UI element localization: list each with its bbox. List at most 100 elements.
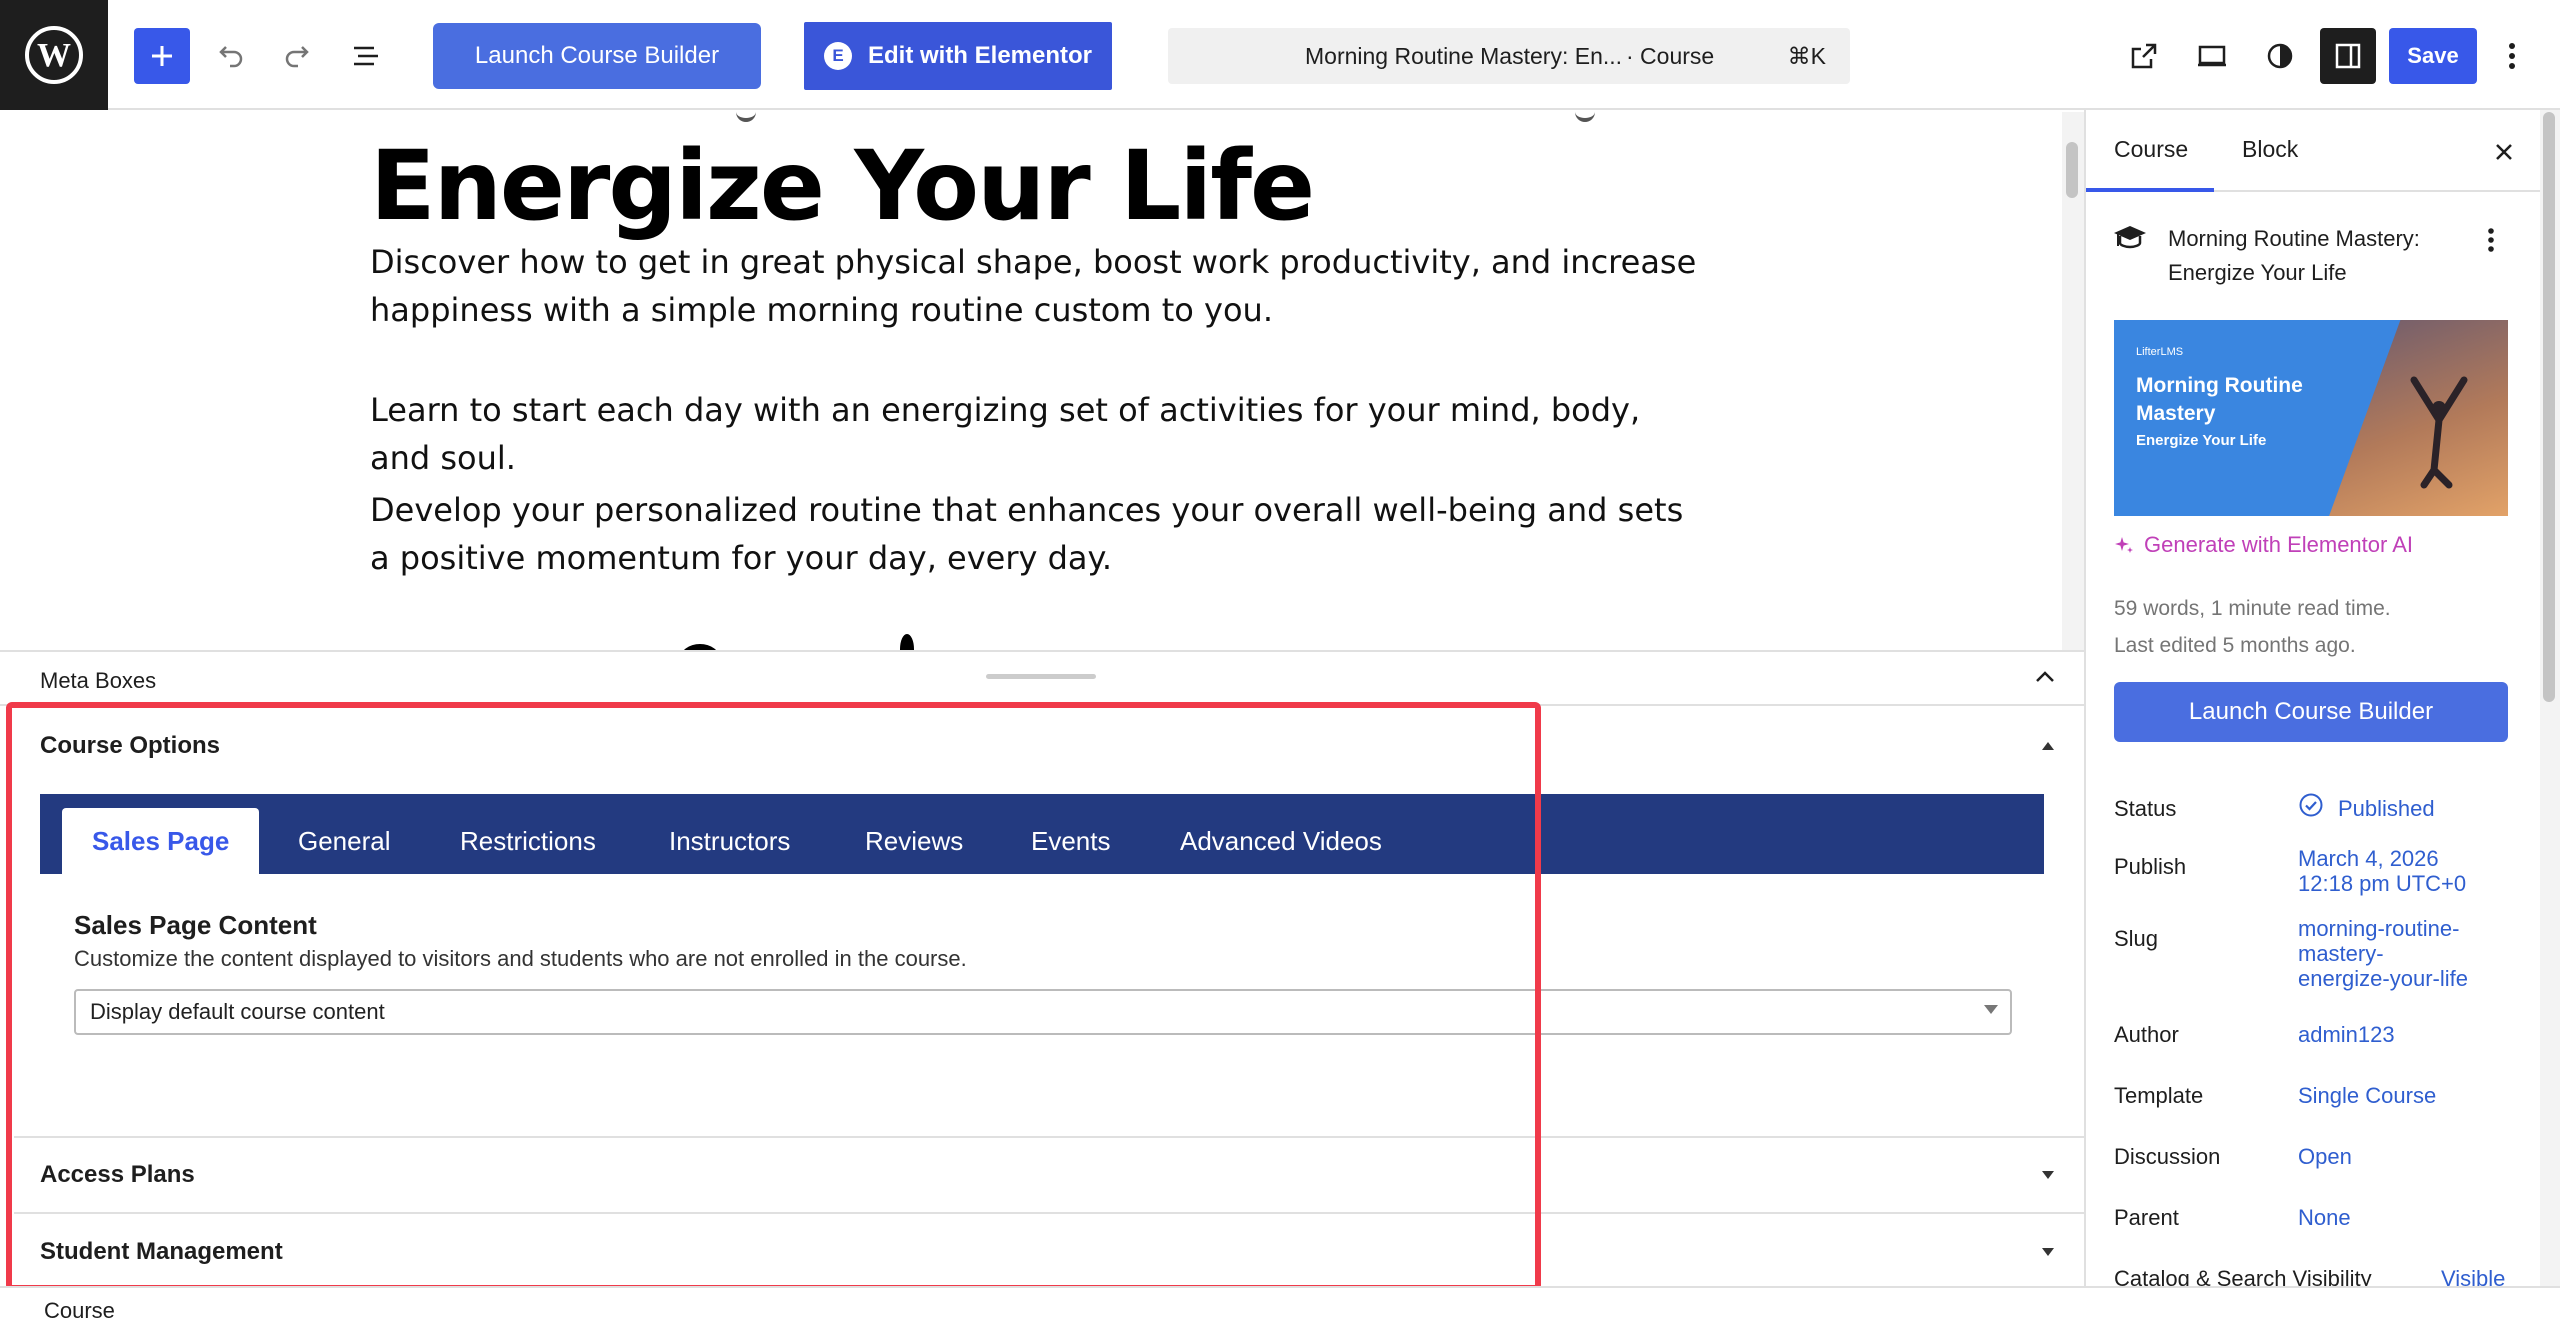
tab-events[interactable]: Events <box>1031 808 1111 874</box>
graduation-cap-icon <box>2114 226 2146 249</box>
author-value[interactable]: admin123 <box>2298 1022 2395 1047</box>
divider <box>14 1212 2084 1214</box>
elementor-icon: E <box>823 42 852 70</box>
discussion-value[interactable]: Open <box>2298 1144 2352 1169</box>
sidebar-scrollbar-thumb[interactable] <box>2543 112 2555 702</box>
active-tab-indicator <box>2086 188 2214 192</box>
meta-boxes-collapse-button[interactable] <box>2030 662 2060 692</box>
canvas-scrollbar-thumb[interactable] <box>2066 142 2078 198</box>
generate-with-elementor-ai-link[interactable]: Generate with Elementor AI <box>2114 532 2413 558</box>
options-menu-button[interactable] <box>2492 28 2532 84</box>
cut-off-text-fragment <box>736 112 756 122</box>
slug-value[interactable]: morning-routine- mastery- energize-your-… <box>2298 916 2468 991</box>
featured-image-title: Morning Routine Mastery <box>2136 374 2303 425</box>
sales-page-content-description: Customize the content displayed to visit… <box>74 946 967 971</box>
tab-advanced-videos[interactable]: Advanced Videos <box>1180 808 1382 874</box>
command-bar-post-type: · Course <box>1626 42 1715 69</box>
cut-off-heading-fragment <box>650 632 950 650</box>
tab-course[interactable]: Course <box>2114 136 2188 163</box>
published-check-icon <box>2299 793 2323 817</box>
desktop-icon <box>2198 45 2226 67</box>
block-breadcrumb[interactable]: Course <box>44 1298 115 1324</box>
styles-button[interactable] <box>2252 28 2308 84</box>
publish-time: 12:18 pm UTC+0 <box>2298 871 2467 896</box>
last-edited: Last edited 5 months ago. <box>2114 634 2356 657</box>
paragraph-block[interactable]: Develop your personalized routine that e… <box>370 486 1710 582</box>
redo-button[interactable] <box>270 28 326 84</box>
tab-reviews[interactable]: Reviews <box>865 808 963 874</box>
redo-icon <box>285 46 309 68</box>
template-label: Template <box>2114 1083 2204 1108</box>
view-post-button[interactable] <box>2116 28 2172 84</box>
tab-block[interactable]: Block <box>2242 136 2298 163</box>
close-sidebar-button[interactable] <box>2486 134 2522 170</box>
command-bar-shortcut: ⌘K <box>1787 42 1826 69</box>
course-options-title[interactable]: Course Options <box>40 732 220 760</box>
student-management-toggle[interactable] <box>2036 1240 2060 1264</box>
publish-date-value[interactable]: March 4, 2026 12:18 pm UTC+0 <box>2298 846 2466 896</box>
sales-page-content-select[interactable]: Display default course content <box>74 989 2012 1035</box>
access-plans-title[interactable]: Access Plans <box>40 1161 195 1189</box>
slug-line: mastery- <box>2298 941 2384 966</box>
featured-image[interactable]: LifterLMS Morning Routine Mastery Energi… <box>2114 320 2508 516</box>
editor-toolbar: W Launch Course Builder E Edit with Elem… <box>0 0 2560 110</box>
course-options-toggle[interactable] <box>2036 734 2060 758</box>
publish-label: Publish <box>2114 854 2187 879</box>
course-actions-button[interactable] <box>2476 222 2506 258</box>
document-overview-button[interactable] <box>338 28 394 84</box>
wordpress-logo-icon[interactable]: W <box>0 0 108 110</box>
paragraph-block[interactable]: Learn to start each day with an energizi… <box>370 386 1710 482</box>
student-management-title[interactable]: Student Management <box>40 1238 283 1266</box>
generate-ai-label: Generate with Elementor AI <box>2144 532 2414 557</box>
featured-image-subtitle: Energize Your Life <box>2136 432 2267 449</box>
kebab-menu-icon <box>2488 228 2494 252</box>
launch-course-builder-button[interactable]: Launch Course Builder <box>433 23 761 89</box>
edit-with-elementor-button[interactable]: E Edit with Elementor <box>804 22 1112 90</box>
editor-footer: Course <box>0 1286 2560 1329</box>
editor-canvas[interactable]: Energize Your Life Discover how to get i… <box>0 112 2084 650</box>
parent-label: Parent <box>2114 1205 2179 1230</box>
triangle-down-icon <box>2042 1171 2054 1179</box>
tab-general[interactable]: General <box>298 808 391 874</box>
svg-text:W: W <box>37 37 71 74</box>
external-link-icon <box>2131 43 2157 69</box>
slug-line: energize-your-life <box>2298 966 2468 991</box>
publish-date: March 4, 2026 <box>2298 846 2439 871</box>
meta-boxes-header[interactable]: Meta Boxes <box>0 652 2084 706</box>
tab-instructors[interactable]: Instructors <box>669 808 790 874</box>
command-palette-bar[interactable]: Morning Routine Mastery: En... · Course … <box>1168 28 1850 84</box>
save-button[interactable]: Save <box>2389 28 2477 84</box>
catalog-visibility-label: Catalog & Search Visibility <box>2114 1266 2372 1286</box>
sales-page-content-heading: Sales Page Content <box>74 910 317 940</box>
triangle-up-icon <box>2042 742 2054 750</box>
tab-restrictions[interactable]: Restrictions <box>460 808 596 874</box>
plus-icon <box>152 46 172 66</box>
meta-boxes-panel: Meta Boxes Course Options Sales Page Gen… <box>0 650 2084 1286</box>
dropdown-caret-icon <box>1984 1005 1998 1014</box>
resize-handle[interactable] <box>986 674 1096 679</box>
status-label: Status <box>2114 796 2177 821</box>
status-value[interactable]: Published <box>2338 796 2435 821</box>
list-view-icon <box>354 46 378 66</box>
course-title: Morning Routine Mastery: Energize Your L… <box>2168 226 2420 285</box>
access-plans-toggle[interactable] <box>2036 1163 2060 1187</box>
meta-boxes-label: Meta Boxes <box>40 668 157 693</box>
sidebar-icon <box>2335 43 2361 69</box>
settings-sidebar-toggle[interactable] <box>2320 28 2376 84</box>
kebab-menu-icon <box>2509 43 2515 69</box>
undo-button[interactable] <box>202 28 258 84</box>
slug-label: Slug <box>2114 926 2159 951</box>
device-preview-button[interactable] <box>2184 28 2240 84</box>
settings-sidebar: Course Block Morning Routine Mastery: En… <box>2084 110 2540 1286</box>
triangle-down-icon <box>2042 1248 2054 1256</box>
catalog-visibility-value[interactable]: Visible <box>2441 1266 2505 1286</box>
template-value[interactable]: Single Course <box>2298 1083 2436 1108</box>
parent-value[interactable]: None <box>2298 1205 2351 1230</box>
tab-sales-page[interactable]: Sales Page <box>62 808 260 874</box>
slug-line: morning-routine- <box>2298 916 2460 941</box>
paragraph-block[interactable]: Discover how to get in great physical sh… <box>370 238 1710 334</box>
chevron-up-icon <box>2036 671 2054 682</box>
sidebar-launch-course-builder-button[interactable]: Launch Course Builder <box>2114 682 2508 742</box>
course-headline[interactable]: Energize Your Life <box>370 130 1315 242</box>
add-block-button[interactable] <box>134 28 190 84</box>
